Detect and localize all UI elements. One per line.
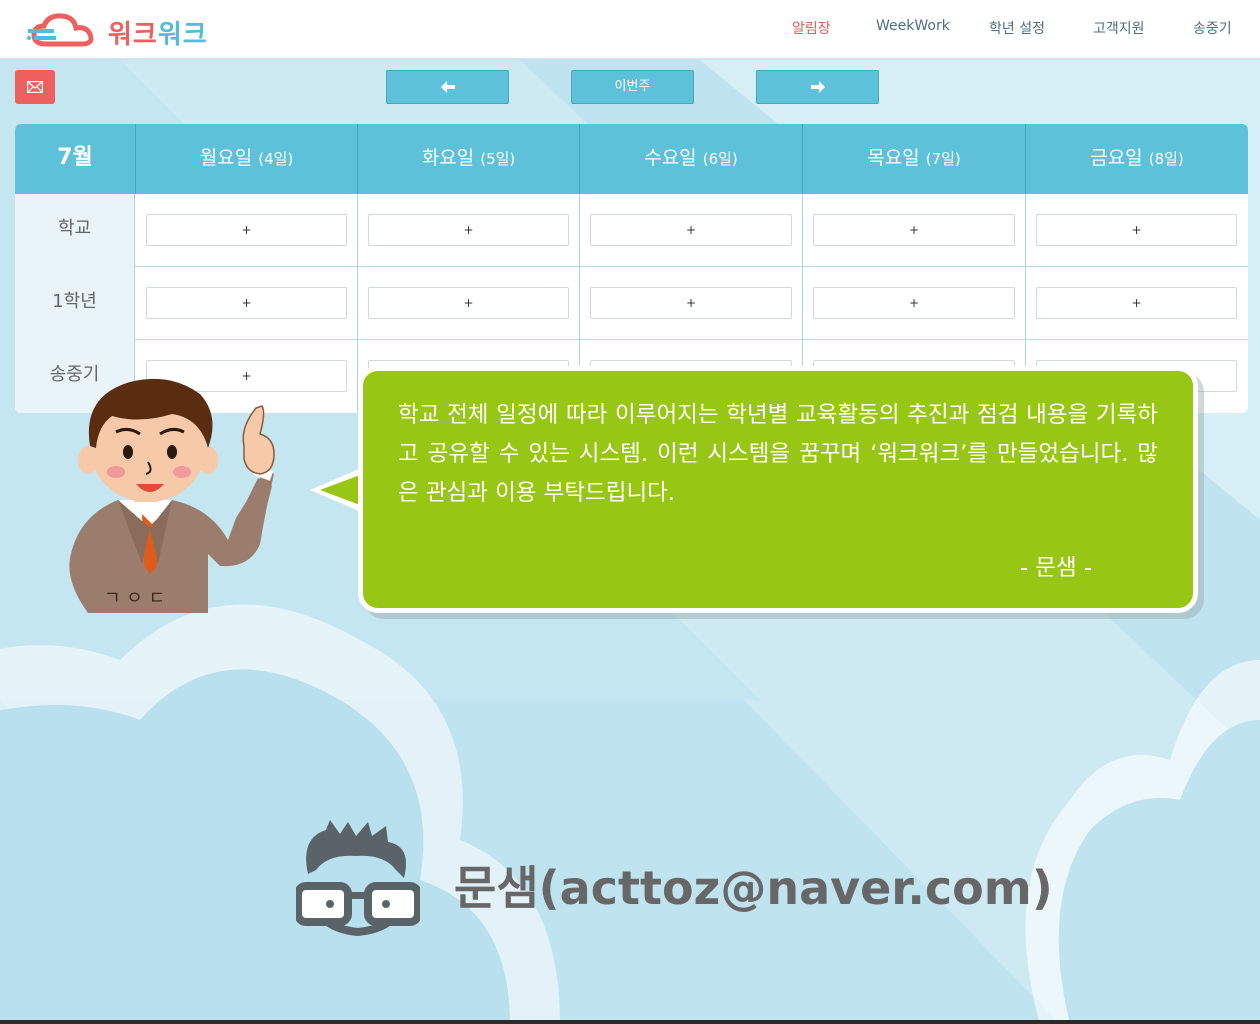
day-name: 수요일 (644, 147, 697, 169)
row-label: 1학년 (15, 267, 135, 340)
day-date: (8일) (1148, 150, 1184, 168)
nav-item-weekwork[interactable]: WeekWork (876, 18, 950, 34)
this-week-button[interactable]: 이번주 (571, 70, 694, 104)
table-cell: + (136, 267, 358, 340)
speech-bubble: 학교 전체 일정에 따라 이루어지는 학년별 교육활동의 추진과 점검 내용을 … (310, 366, 1205, 622)
table-row-grade1: 1학년 + + + + + (15, 267, 1248, 340)
table-cell: + (1026, 194, 1248, 267)
day-header-mon: 월요일 (4일) (136, 124, 358, 194)
logo[interactable]: 워크워크 (26, 10, 226, 50)
table-cell: + (803, 194, 1026, 267)
nav-item-alrimjang[interactable]: 알림장 (792, 18, 831, 38)
nav-item-support[interactable]: 고객지원 (1093, 18, 1145, 38)
add-entry-button[interactable]: + (813, 214, 1015, 246)
teacher-character-icon: ㄱ ㅇ ㄷ (69, 378, 275, 613)
contact-email[interactable]: 문샘(acttoz@naver.com) (454, 852, 1053, 918)
month-label: 7월 (15, 124, 136, 194)
intro-message: 학교 전체 일정에 따라 이루어지는 학년별 교육활동의 추진과 점검 내용을 … (398, 402, 1158, 506)
envelope-icon (27, 81, 43, 93)
day-name: 화요일 (421, 147, 475, 169)
add-entry-button[interactable]: + (1036, 287, 1237, 319)
cloud-logo-icon (27, 13, 94, 47)
nav-item-user[interactable]: 송중기 (1193, 18, 1232, 38)
table-cell: + (803, 267, 1026, 340)
day-header-thu: 목요일 (7일) (803, 124, 1026, 194)
arrow-left-icon (440, 81, 455, 93)
top-navbar: 워크워크 알림장 WeekWork 학년 설정 고객지원 송중기 (0, 0, 1260, 59)
day-date: (7일) (925, 150, 961, 168)
nav-item-grade-settings[interactable]: 학년 설정 (989, 18, 1045, 38)
table-cell: + (136, 194, 358, 267)
add-entry-button[interactable]: + (368, 287, 569, 319)
day-date: (5일) (480, 150, 516, 168)
developer-avatar-icon (296, 820, 420, 937)
add-entry-button[interactable]: + (590, 287, 792, 319)
table-cell: + (580, 194, 803, 267)
mail-button[interactable] (15, 70, 55, 104)
day-header-wed: 수요일 (6일) (580, 124, 803, 194)
day-header-tue: 화요일 (5일) (358, 124, 580, 194)
table-cell: + (358, 267, 580, 340)
day-date: (6일) (702, 150, 738, 168)
day-name: 월요일 (199, 147, 253, 169)
day-header-fri: 금요일 (8일) (1026, 124, 1248, 194)
next-week-button[interactable] (756, 70, 879, 104)
prev-week-button[interactable] (386, 70, 509, 104)
add-entry-button[interactable]: + (146, 214, 347, 246)
day-name: 목요일 (867, 147, 920, 169)
add-entry-button[interactable]: + (368, 214, 569, 246)
intro-signature: - 문샘 - (1020, 555, 1092, 581)
add-entry-button[interactable]: + (146, 287, 347, 319)
day-date: (4일) (258, 150, 294, 168)
row-label: 학교 (15, 194, 135, 267)
svg-text:ㄱ ㅇ ㄷ: ㄱ ㅇ ㄷ (104, 588, 165, 609)
arrow-right-icon (810, 81, 825, 93)
table-cell: + (1026, 267, 1248, 340)
add-entry-button[interactable]: + (590, 214, 792, 246)
table-row-school: 학교 + + + + + (15, 194, 1248, 267)
logo-text: 워크워크 (108, 20, 208, 50)
add-entry-button[interactable]: + (813, 287, 1015, 319)
table-header: 7월 월요일 (4일) 화요일 (5일) 수요일 (6일) 목요일 (7일) 금… (15, 124, 1248, 194)
add-entry-button[interactable]: + (1036, 214, 1237, 246)
day-name: 금요일 (1090, 147, 1143, 169)
table-cell: + (580, 267, 803, 340)
table-cell: + (358, 194, 580, 267)
